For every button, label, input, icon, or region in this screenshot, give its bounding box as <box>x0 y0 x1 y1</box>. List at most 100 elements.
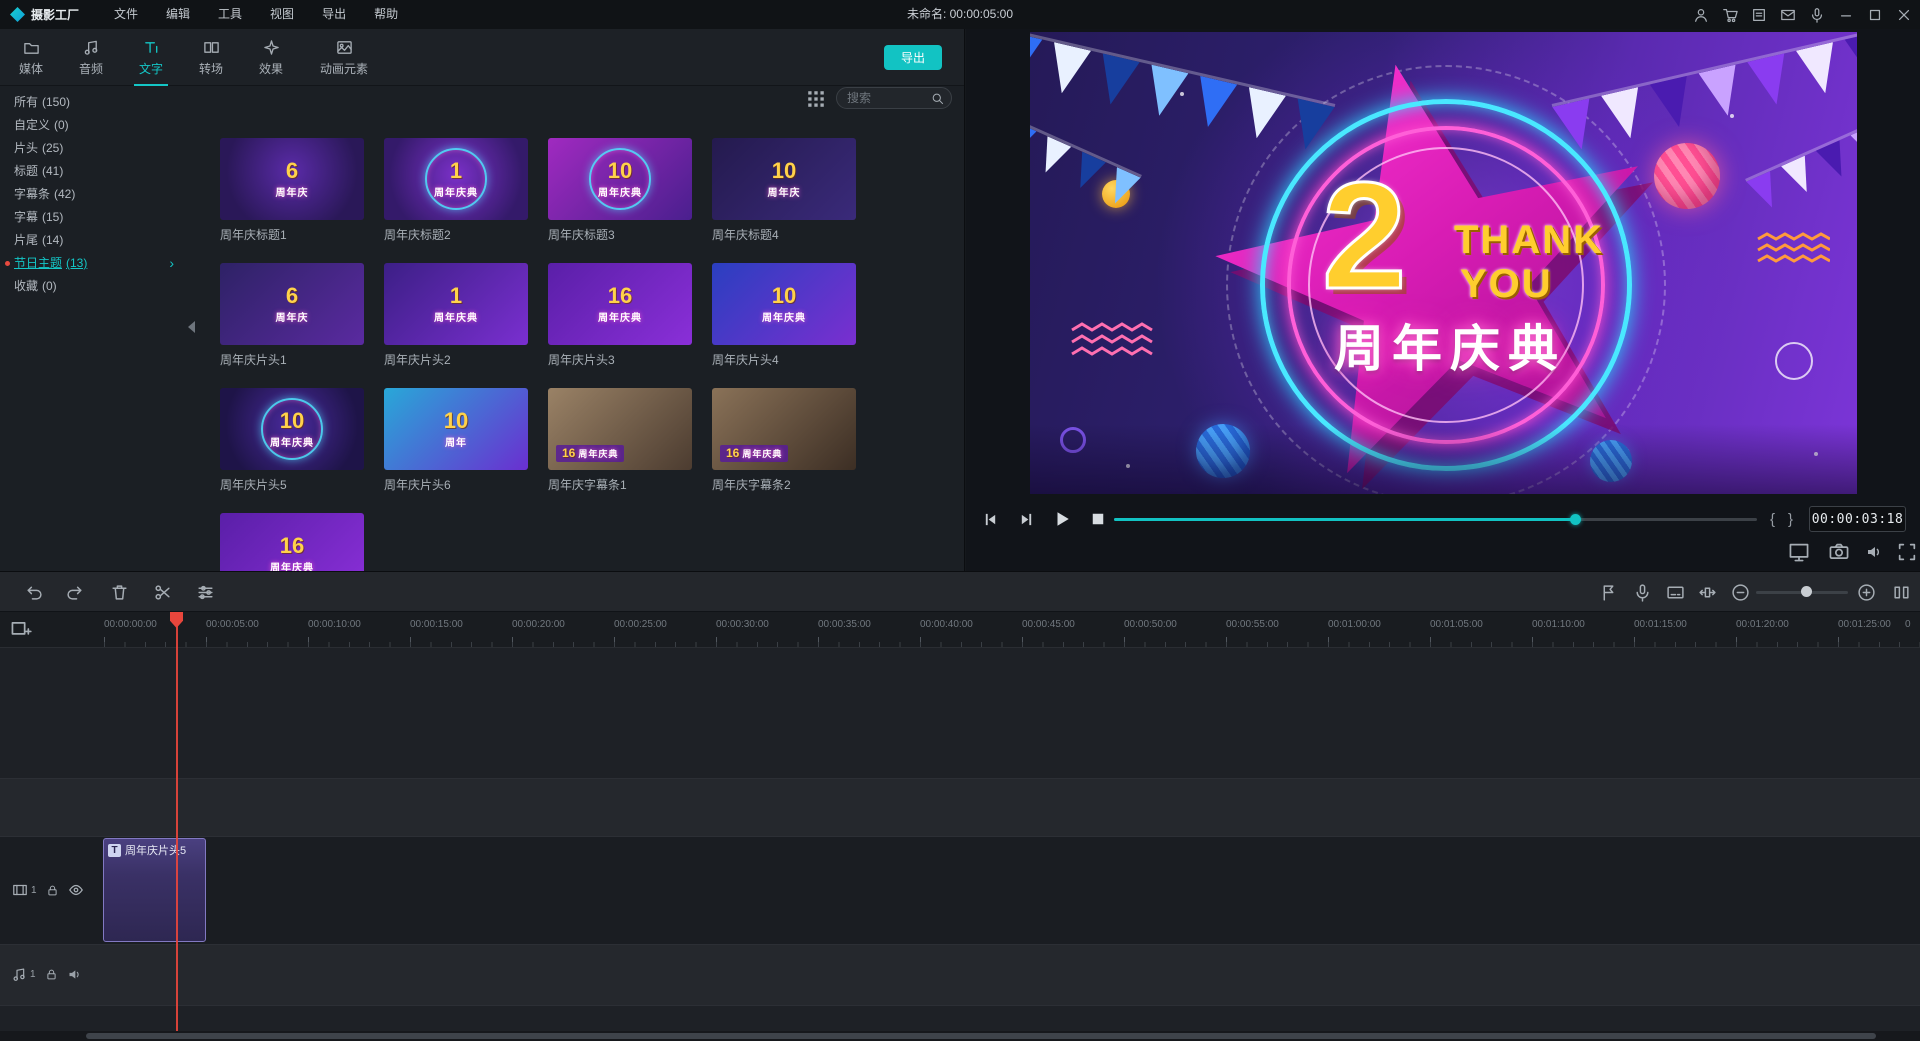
library-item[interactable]: 16周年庆典 周年庆片头3 <box>548 263 692 365</box>
library-item-thumbnail[interactable]: 6周年庆 <box>220 263 364 345</box>
display-settings-icon[interactable] <box>1788 541 1810 563</box>
previous-frame-button[interactable] <box>978 507 1002 531</box>
redo-icon[interactable] <box>66 583 85 602</box>
tab-elements[interactable]: 动画元素 <box>302 29 386 86</box>
timeline-zoom-handle[interactable] <box>1801 586 1812 597</box>
category-titles[interactable]: 标题(41) <box>0 160 200 183</box>
mic-feedback-icon[interactable] <box>1809 7 1825 23</box>
seek-bar[interactable] <box>1114 518 1757 521</box>
track-settings-icon[interactable] <box>196 583 215 602</box>
library-item-thumbnail[interactable]: 10周年庆典 <box>220 388 364 470</box>
zoom-out-icon[interactable] <box>1731 583 1750 602</box>
minimize-button[interactable] <box>1838 7 1854 23</box>
menu-export[interactable]: 导出 <box>308 0 360 29</box>
lock-icon[interactable] <box>46 884 59 897</box>
maximize-button[interactable] <box>1867 7 1883 23</box>
menu-view[interactable]: 视图 <box>256 0 308 29</box>
audio-track[interactable] <box>0 944 1920 1005</box>
mail-icon[interactable] <box>1780 7 1796 23</box>
timeline-tracks[interactable]: 1 1 T 周年庆片头5 <box>0 648 1920 1041</box>
sidebar-collapse-arrow[interactable] <box>188 321 195 333</box>
tab-media[interactable]: 媒体 <box>2 29 60 86</box>
category-favorites[interactable]: 收藏(0) <box>0 275 200 298</box>
library-item-thumbnail[interactable]: 16周年庆典 <box>548 263 692 345</box>
category-all[interactable]: 所有(150) <box>0 91 200 114</box>
library-item-thumbnail[interactable]: 16周年庆典 <box>548 388 692 470</box>
track-view-icon[interactable] <box>1892 583 1911 602</box>
record-voiceover-icon[interactable] <box>1633 583 1652 602</box>
library-item-thumbnail[interactable]: 10周年庆典 <box>548 138 692 220</box>
fit-timeline-icon[interactable] <box>1698 583 1717 602</box>
news-icon[interactable] <box>1751 7 1767 23</box>
thumbnail-label: 周年庆典 <box>270 434 314 449</box>
video-preview[interactable]: 2 THANK YOU 周年庆典 <box>1030 32 1857 494</box>
eye-visibility-icon[interactable] <box>68 882 84 898</box>
category-custom[interactable]: 自定义(0) <box>0 114 200 137</box>
menu-edit[interactable]: 编辑 <box>152 0 204 29</box>
store-cart-icon[interactable] <box>1722 7 1738 23</box>
play-button[interactable] <box>1050 507 1074 531</box>
library-item[interactable]: 10周年庆典 周年庆片头5 <box>220 388 364 490</box>
mark-in-icon[interactable]: { <box>1770 511 1775 528</box>
category-lowerthirds[interactable]: 字幕条(42) <box>0 183 200 206</box>
mark-out-icon[interactable]: } <box>1788 511 1793 528</box>
library-item[interactable]: 10周年庆典 周年庆标题3 <box>548 138 692 240</box>
zoom-in-icon[interactable] <box>1857 583 1876 602</box>
subtitle-icon[interactable] <box>1666 583 1685 602</box>
timeline-horizontal-scrollbar[interactable] <box>0 1031 1920 1041</box>
tab-transitions[interactable]: 转场 <box>182 29 240 86</box>
tab-text[interactable]: 文字 <box>122 29 180 86</box>
library-item-thumbnail[interactable]: 1周年庆典 <box>384 263 528 345</box>
stop-button[interactable] <box>1086 507 1110 531</box>
category-holiday-themes[interactable]: 节日主题(13)› <box>0 252 200 275</box>
grid-view-icon[interactable] <box>806 89 826 109</box>
library-item[interactable]: 6周年庆 周年庆标题1 <box>220 138 364 240</box>
library-item-thumbnail[interactable]: 1周年庆典 <box>384 138 528 220</box>
library-item[interactable]: 16周年庆典 周年庆字幕条1 <box>548 388 692 490</box>
tab-effects[interactable]: 效果 <box>242 29 300 86</box>
export-button[interactable]: 导出 <box>884 45 942 70</box>
account-icon[interactable] <box>1693 7 1709 23</box>
library-item[interactable]: 1周年庆典 周年庆片头2 <box>384 263 528 365</box>
timeline-ruler[interactable]: 00:00:00:00 00:00:05:00 00:00:10:00 00:0… <box>0 612 1920 648</box>
marker-icon[interactable] <box>1599 583 1618 602</box>
menu-file[interactable]: 文件 <box>100 0 152 29</box>
library-item-thumbnail[interactable]: 16周年庆典 <box>712 388 856 470</box>
library-item-thumbnail[interactable]: 10周年庆典 <box>712 263 856 345</box>
library-item-caption: 周年庆片头1 <box>220 351 364 365</box>
menu-help[interactable]: 帮助 <box>360 0 412 29</box>
category-endcredits[interactable]: 片尾(14) <box>0 229 200 252</box>
library-item-thumbnail[interactable]: 16周年庆典 <box>220 513 364 571</box>
library-item-thumbnail[interactable]: 6周年庆 <box>220 138 364 220</box>
library-item[interactable]: 10周年 周年庆片头6 <box>384 388 528 490</box>
video-track[interactable] <box>0 836 1920 944</box>
library-item[interactable]: 1周年庆典 周年庆标题2 <box>384 138 528 240</box>
timeline-clip[interactable]: T 周年庆片头5 <box>103 838 206 942</box>
library-item[interactable]: 10周年庆 周年庆标题4 <box>712 138 856 240</box>
search-icon[interactable] <box>931 92 944 105</box>
speaker-icon[interactable] <box>67 967 82 982</box>
category-subtitles[interactable]: 字幕(15) <box>0 206 200 229</box>
undo-icon[interactable] <box>24 583 43 602</box>
library-item[interactable]: 10周年庆典 周年庆片头4 <box>712 263 856 365</box>
library-item-thumbnail[interactable]: 10周年 <box>384 388 528 470</box>
next-frame-button[interactable] <box>1014 507 1038 531</box>
fullscreen-icon[interactable] <box>1896 541 1918 563</box>
menu-tools[interactable]: 工具 <box>204 0 256 29</box>
library-item[interactable]: 6周年庆 周年庆片头1 <box>220 263 364 365</box>
tab-audio[interactable]: 音频 <box>62 29 120 86</box>
snapshot-camera-icon[interactable] <box>1828 541 1850 563</box>
delete-icon[interactable] <box>110 583 129 602</box>
lock-icon[interactable] <box>45 968 58 981</box>
seek-bar-handle[interactable] <box>1570 514 1581 525</box>
library-item[interactable]: 16周年庆典 周年庆字幕条2 <box>712 388 856 490</box>
scrollbar-thumb[interactable] <box>86 1033 1876 1039</box>
category-openers[interactable]: 片头(25) <box>0 137 200 160</box>
volume-icon[interactable] <box>1863 541 1885 563</box>
split-scissors-icon[interactable] <box>153 583 172 602</box>
add-track-icon[interactable] <box>10 618 32 640</box>
library-item[interactable]: 16周年庆典 <box>220 513 364 571</box>
close-button[interactable] <box>1896 7 1912 23</box>
library-item-thumbnail[interactable]: 10周年庆 <box>712 138 856 220</box>
thumbnail-text: 10周年 <box>444 410 468 449</box>
